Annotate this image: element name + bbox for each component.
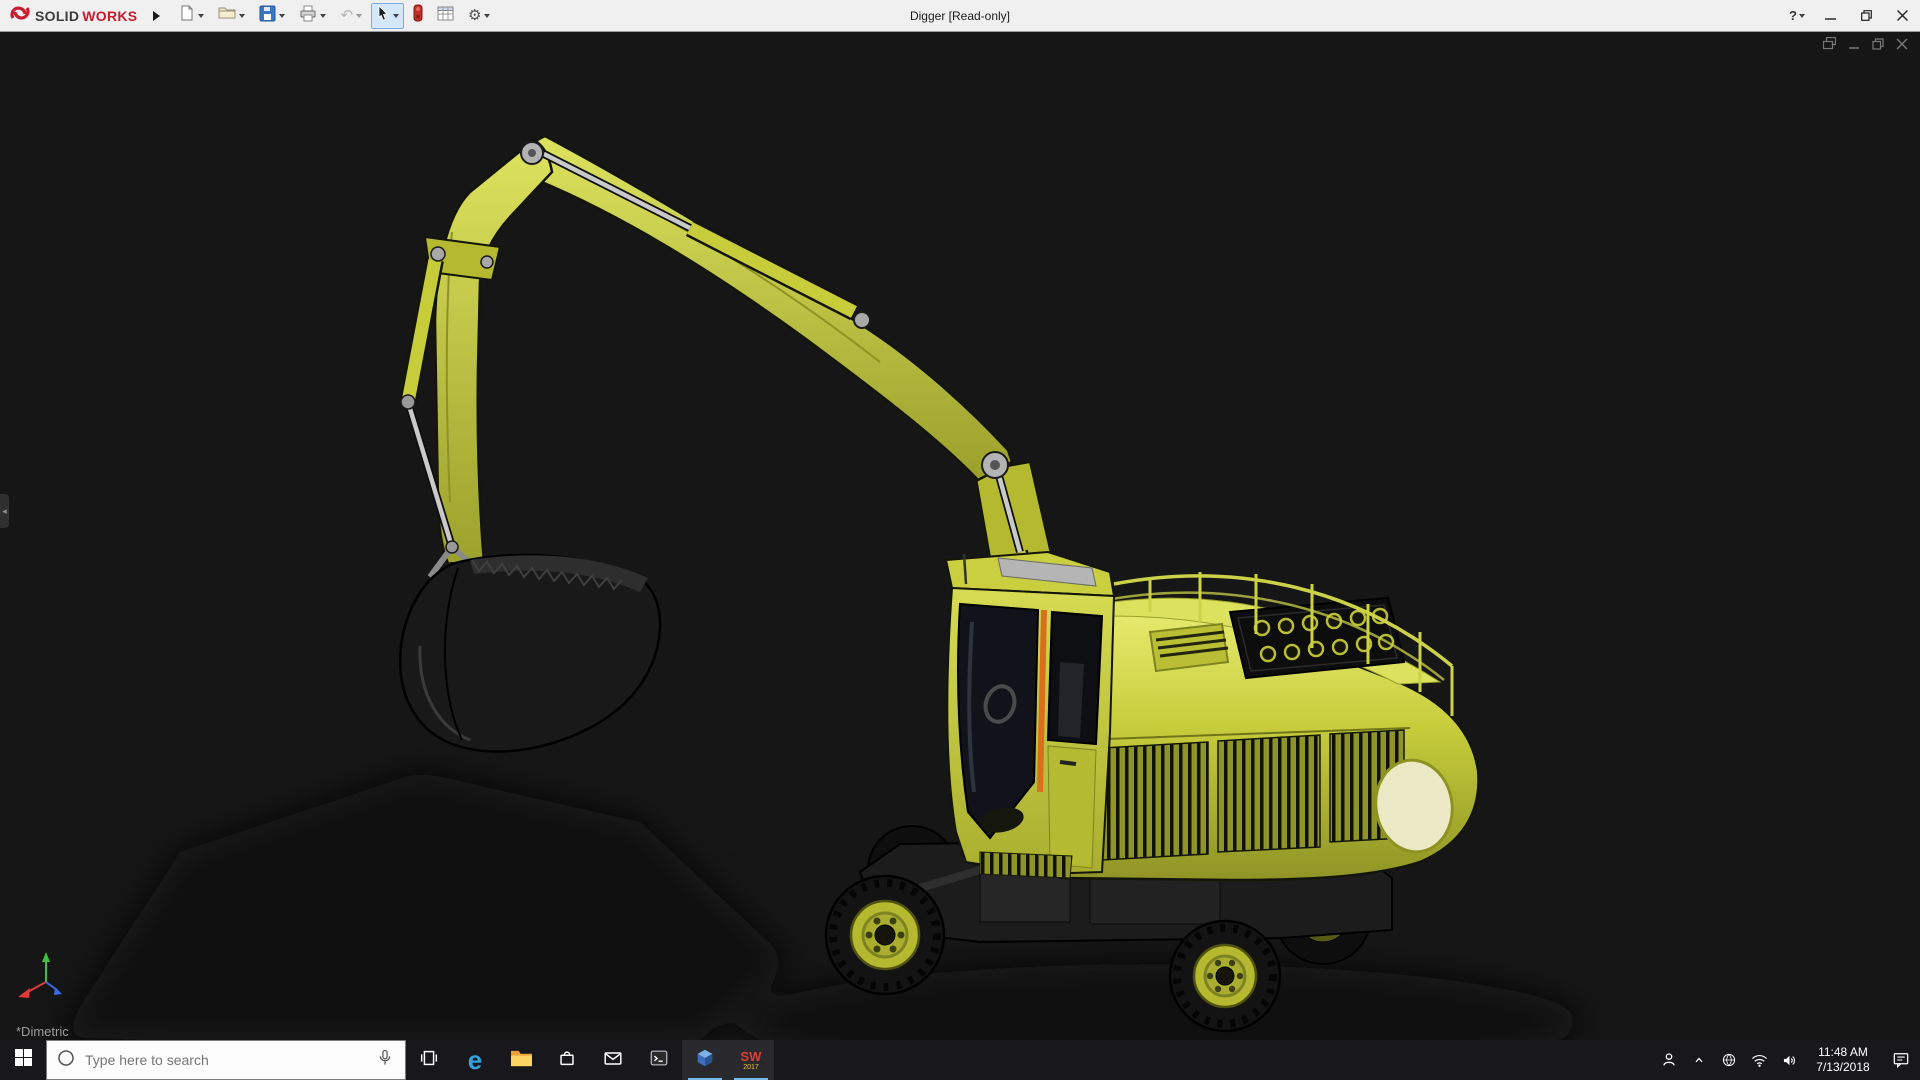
taskbar-search[interactable] (46, 1040, 406, 1080)
menu-flyout-arrow-icon[interactable] (153, 11, 160, 21)
mail-button[interactable] (590, 1040, 636, 1080)
open-folder-icon (218, 5, 236, 26)
rebuild-button[interactable] (408, 3, 428, 29)
restore-window-icon[interactable] (1872, 37, 1884, 55)
save-button[interactable] (254, 3, 290, 29)
undo-icon: ↶ (340, 8, 353, 23)
start-button[interactable] (0, 1040, 46, 1080)
document-title: Digger [Read-only] (910, 0, 1010, 32)
options-button[interactable]: ⚙ (463, 3, 495, 29)
taskbar-clock[interactable]: 11:48 AM 7/13/2018 (1804, 1040, 1882, 1080)
file-properties-button[interactable] (432, 3, 459, 29)
dropdown-caret-icon (239, 14, 245, 18)
microphone-icon[interactable] (375, 1048, 395, 1073)
engine-body (1060, 572, 1479, 880)
action-center-button[interactable] (1882, 1040, 1920, 1080)
close-button[interactable] (1884, 0, 1920, 31)
help-label: ? (1789, 8, 1797, 23)
dropdown-caret-icon (484, 14, 490, 18)
select-tool-button[interactable] (371, 3, 404, 29)
clock-time: 11:48 AM (1818, 1045, 1868, 1060)
document-window-controls (1823, 37, 1908, 55)
orientation-triad (18, 952, 62, 998)
windows-taskbar: e SW 2017 11:4 (0, 1040, 1920, 1080)
store-bag-icon (556, 1047, 578, 1074)
network-icon[interactable] (1714, 1040, 1744, 1080)
new-document-icon (179, 5, 195, 27)
3d-cube-icon (694, 1047, 716, 1074)
restore-button[interactable] (1848, 0, 1884, 31)
people-button[interactable] (1654, 1040, 1684, 1080)
windows-logo-icon (15, 1049, 32, 1071)
system-tray: 11:48 AM 7/13/2018 (1654, 1040, 1920, 1080)
save-icon (259, 5, 276, 27)
gear-icon: ⚙ (468, 8, 481, 23)
wifi-icon[interactable] (1744, 1040, 1774, 1080)
file-explorer-icon (510, 1048, 533, 1073)
print-button[interactable] (294, 3, 331, 29)
quick-access-toolbar: ↶ ⚙ (174, 3, 495, 29)
solidworks-2017-button[interactable]: SW 2017 (728, 1040, 774, 1080)
dropdown-caret-icon (1799, 14, 1805, 18)
view-orientation-label: *Dimetric (16, 1024, 69, 1039)
brand-works: WORKS (82, 8, 137, 24)
volume-icon[interactable] (1774, 1040, 1804, 1080)
solidworks-2017-icon: SW 2017 (741, 1050, 762, 1071)
terminal-button[interactable] (636, 1040, 682, 1080)
front-wheel (826, 876, 944, 994)
minimize-window-icon[interactable] (1848, 37, 1860, 55)
new-document-button[interactable] (174, 3, 209, 29)
cascade-windows-icon[interactable] (1823, 37, 1836, 55)
rear-wheel (1170, 921, 1280, 1031)
brand-solid: SOLID (35, 8, 79, 24)
close-window-icon[interactable] (1896, 37, 1908, 55)
task-view-button[interactable] (406, 1040, 452, 1080)
undo-button[interactable]: ↶ (335, 3, 367, 29)
bucket (400, 555, 660, 752)
titlebar: SOLIDWORKS ↶ (0, 0, 1920, 32)
task-view-icon (418, 1047, 440, 1074)
excavator-model-rendering (0, 32, 1920, 1040)
open-button[interactable] (213, 3, 250, 29)
search-input[interactable] (83, 1051, 367, 1069)
dropdown-caret-icon (198, 14, 204, 18)
minimize-button[interactable] (1812, 0, 1848, 31)
solidworks-window: SOLIDWORKS ↶ (0, 0, 1920, 1080)
select-arrow-icon (376, 5, 390, 27)
cube-app-button[interactable] (682, 1040, 728, 1080)
cortana-icon (57, 1049, 75, 1072)
dropdown-caret-icon (393, 14, 399, 18)
edge-button[interactable]: e (452, 1040, 498, 1080)
file-explorer-button[interactable] (498, 1040, 544, 1080)
dassault-logo-icon (8, 3, 32, 28)
file-properties-icon (437, 6, 454, 26)
mail-envelope-icon (602, 1047, 624, 1074)
boom-arm (401, 136, 1062, 614)
dropdown-caret-icon (320, 14, 326, 18)
dropdown-caret-icon (356, 14, 362, 18)
store-button[interactable] (544, 1040, 590, 1080)
model-canvas[interactable]: ◂ *Dimetric (0, 32, 1920, 1040)
print-icon (299, 5, 317, 27)
clock-date: 7/13/2018 (1816, 1060, 1869, 1075)
window-controls: ? (1782, 0, 1920, 31)
rebuild-traffic-light-icon (413, 4, 423, 27)
hidden-icons-chevron[interactable] (1684, 1040, 1714, 1080)
cab (946, 552, 1114, 878)
dropdown-caret-icon (279, 14, 285, 18)
feature-manager-collapse-tab[interactable]: ◂ (0, 494, 9, 528)
terminal-icon (648, 1047, 670, 1074)
solidworks-logo: SOLIDWORKS (0, 0, 143, 31)
help-button[interactable]: ? (1782, 0, 1812, 31)
edge-icon: e (468, 1047, 482, 1073)
